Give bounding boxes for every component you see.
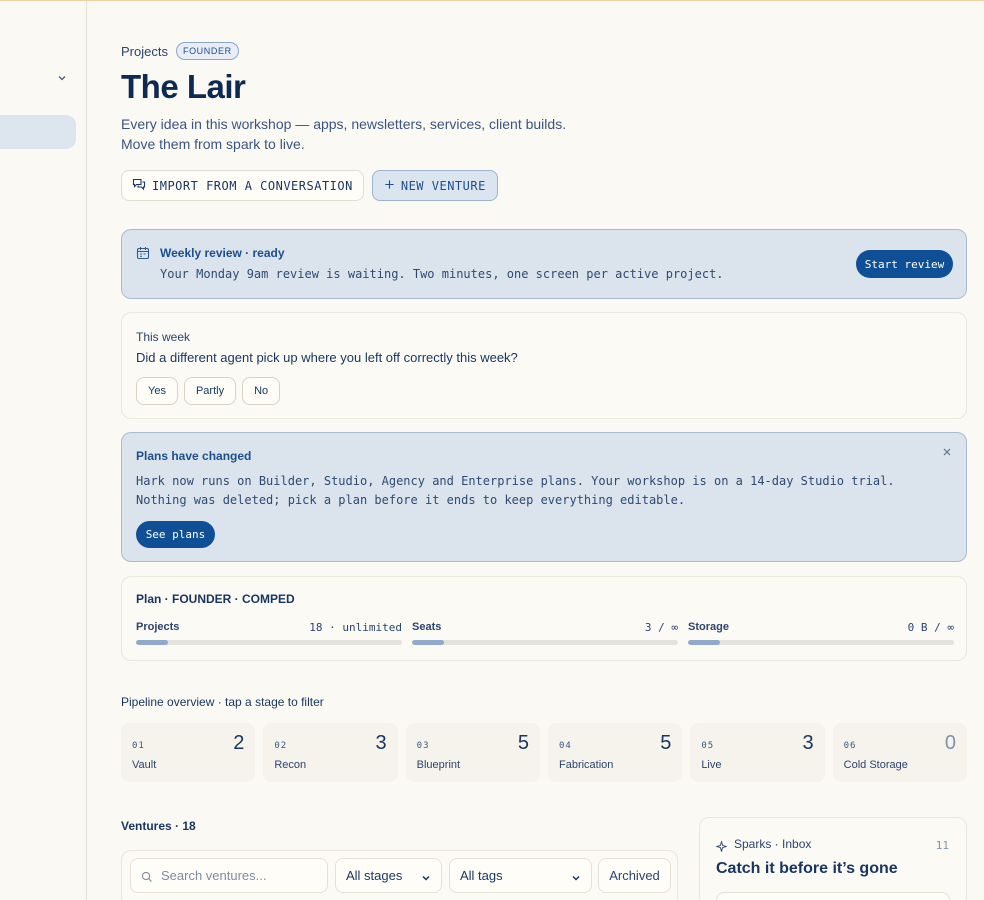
breadcrumb: Projects FOUNDER xyxy=(121,42,239,60)
ventures-label: Ventures · 18 xyxy=(121,819,196,833)
chevron-down-icon xyxy=(571,871,581,881)
projects-meter: Projects 18 · unlimited xyxy=(136,621,402,645)
stage-name: Recon xyxy=(274,759,307,771)
page-title: The Lair xyxy=(121,68,246,105)
plans-changed-banner: Plans have changed Hark now runs on Buil… xyxy=(121,432,967,562)
sidebar-active-item[interactable] xyxy=(0,115,76,149)
stage-number: 05 xyxy=(701,741,715,751)
stage-count: 3 xyxy=(802,732,814,754)
weekly-check-question: Did a different agent pick up where you … xyxy=(136,350,518,365)
stage-live[interactable]: 05 3 Live xyxy=(690,723,825,782)
stage-number: 02 xyxy=(274,741,288,751)
new-venture-button[interactable]: NEW VENTURE xyxy=(371,170,498,201)
import-conversation-button[interactable]: IMPORT FROM A CONVERSATION xyxy=(121,170,364,201)
import-conversation-label: IMPORT FROM A CONVERSATION xyxy=(152,178,353,193)
sparks-count: 11 xyxy=(935,839,949,852)
breadcrumb-projects[interactable]: Projects xyxy=(121,44,168,59)
stage-name: Live xyxy=(701,759,722,771)
start-review-button[interactable]: Start review xyxy=(856,250,953,278)
stage-filter-value: All stages xyxy=(346,868,403,883)
sidebar xyxy=(0,1,87,900)
weekly-check-card: This week Did a different agent pick up … xyxy=(121,312,967,419)
meter-track xyxy=(136,640,402,645)
stage-name: Fabrication xyxy=(558,759,614,771)
stage-name: Blueprint xyxy=(416,759,461,771)
weekly-check-label: This week xyxy=(136,330,191,344)
spark-input[interactable] xyxy=(716,892,950,900)
stage-blueprint[interactable]: 03 5 Blueprint xyxy=(405,723,540,782)
search-icon xyxy=(141,870,153,882)
close-icon[interactable] xyxy=(941,445,953,457)
plus-icon xyxy=(384,179,395,193)
sparks-title: Catch it before it’s gone xyxy=(716,860,898,877)
venture-filters: All stages All tags Archived xyxy=(121,850,678,900)
new-venture-label: NEW VENTURE xyxy=(400,178,486,193)
plan-usage-card: Plan · FOUNDER · COMPED Projects 18 · un… xyxy=(121,576,967,661)
weekly-review-title: Weekly review · ready xyxy=(160,246,285,260)
meter-fill xyxy=(688,640,720,645)
answer-yes-button[interactable]: Yes xyxy=(136,377,178,405)
search-input[interactable] xyxy=(161,868,321,883)
stage-fabrication[interactable]: 04 5 Fabrication xyxy=(547,723,683,782)
meter-name: Storage xyxy=(688,621,729,633)
stage-count: 5 xyxy=(517,732,529,754)
stage-number: 01 xyxy=(132,741,145,751)
weekly-review-banner: Weekly review · ready Your Monday 9am re… xyxy=(121,229,967,299)
meter-fill xyxy=(412,640,444,645)
chat-bubbles-icon xyxy=(132,177,146,194)
pipeline-stages: 01 2 Vault 02 3 Recon 03 5 Blueprint 04 … xyxy=(121,723,967,782)
search-box xyxy=(130,858,328,893)
answer-no-button[interactable]: No xyxy=(242,377,281,405)
answer-partly-button[interactable]: Partly xyxy=(183,377,237,405)
stage-count: 2 xyxy=(233,732,245,754)
meter-value: 0 B / ∞ xyxy=(907,621,954,634)
weekly-review-description: Your Monday 9am review is waiting. Two m… xyxy=(160,267,724,281)
page-description: Every idea in this workshop — apps, news… xyxy=(121,116,567,152)
archived-toggle[interactable]: Archived xyxy=(598,858,671,893)
stage-count: 3 xyxy=(375,732,387,754)
header-actions: IMPORT FROM A CONVERSATION NEW VENTURE xyxy=(121,170,498,201)
stage-vault[interactable]: 01 2 Vault xyxy=(121,723,256,782)
meter-fill xyxy=(136,640,168,645)
meter-name: Projects xyxy=(136,621,180,633)
stage-cold-storage[interactable]: 06 0 Cold Storage xyxy=(832,723,967,782)
stage-name: Cold Storage xyxy=(843,759,908,771)
plan-badge: FOUNDER xyxy=(175,42,239,60)
plans-changed-description: Hark now runs on Builder, Studio, Agency… xyxy=(136,474,895,507)
stage-count: 5 xyxy=(660,732,672,754)
storage-meter: Storage 0 B / ∞ xyxy=(688,621,954,645)
sparkle-icon xyxy=(715,839,728,853)
plans-changed-title: Plans have changed xyxy=(136,449,252,463)
meter-value: 3 / ∞ xyxy=(644,621,678,634)
stage-number: 04 xyxy=(558,741,572,751)
top-accent-line xyxy=(0,0,984,1)
meter-name: Seats xyxy=(412,621,442,633)
calendar-icon xyxy=(136,246,150,260)
stage-count: 0 xyxy=(944,732,956,754)
meter-track xyxy=(412,640,678,645)
chevron-down-icon[interactable] xyxy=(56,71,68,83)
stage-filter-select[interactable]: All stages xyxy=(335,858,442,893)
seats-meter: Seats 3 / ∞ xyxy=(412,621,678,645)
plan-title: Plan · FOUNDER · COMPED xyxy=(136,592,295,606)
sparks-inbox-card: Sparks · Inbox 11 Catch it before it’s g… xyxy=(699,817,967,900)
stage-number: 06 xyxy=(843,741,857,751)
see-plans-button[interactable]: See plans xyxy=(136,521,215,548)
stage-number: 03 xyxy=(416,741,430,751)
sparks-label: Sparks · Inbox xyxy=(734,837,812,851)
meter-value: 18 · unlimited xyxy=(309,621,402,634)
chevron-down-icon xyxy=(421,871,431,881)
stage-name: Vault xyxy=(132,759,157,771)
pipeline-label: Pipeline overview · tap a stage to filte… xyxy=(121,695,324,709)
stage-recon[interactable]: 02 3 Recon xyxy=(263,723,398,782)
tag-filter-select[interactable]: All tags xyxy=(449,858,592,893)
meter-track xyxy=(688,640,954,645)
tag-filter-value: All tags xyxy=(460,868,503,883)
weekly-check-options: Yes Partly No xyxy=(136,377,281,405)
